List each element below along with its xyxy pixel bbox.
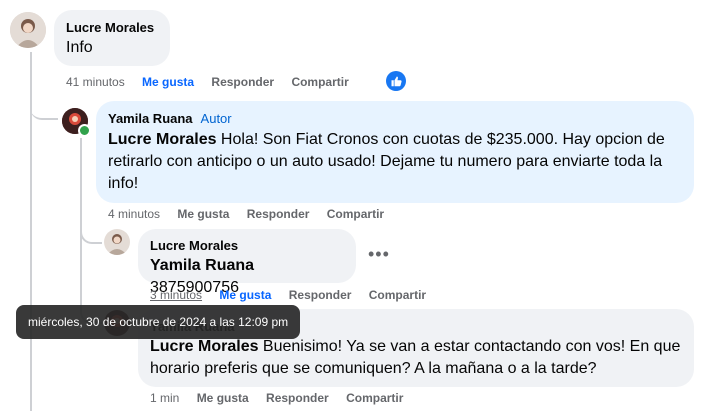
comment-bubble: Lucre Morales Info xyxy=(54,10,170,66)
comment-timestamp[interactable]: 3 minutos xyxy=(150,288,202,302)
online-status-icon xyxy=(78,124,91,137)
like-button[interactable]: Me gusta xyxy=(142,75,194,89)
comment-text: Info xyxy=(66,39,93,56)
reply-button[interactable]: Responder xyxy=(289,288,352,302)
mention-link[interactable]: Yamila Ruana xyxy=(150,257,254,274)
like-button[interactable]: Me gusta xyxy=(177,207,229,221)
like-button[interactable]: Me gusta xyxy=(219,288,271,302)
avatar-photo-icon xyxy=(10,12,46,48)
comment-header: Yamila Ruana Autor xyxy=(108,111,682,126)
comment-author[interactable]: Lucre Morales xyxy=(66,20,158,35)
mention-link[interactable]: Lucre Morales xyxy=(150,338,258,355)
comment-timestamp[interactable]: 4 minutos xyxy=(108,207,160,221)
reaction-badge[interactable] xyxy=(386,71,406,91)
thumbs-up-icon xyxy=(391,76,402,87)
thread-connector-2 xyxy=(80,220,102,244)
comment-actions: 4 minutos Me gusta Responder Compartir xyxy=(108,207,398,221)
thread-connector-1 xyxy=(30,90,58,120)
avatar-photo-icon xyxy=(104,229,130,255)
comment-actions: 1 min Me gusta Responder Compartir xyxy=(150,391,417,405)
comment-timestamp[interactable]: 41 minutos xyxy=(66,75,125,89)
mention-link[interactable]: Lucre Morales xyxy=(108,131,216,148)
comment-timestamp[interactable]: 1 min xyxy=(150,391,179,405)
comment-text: Lucre Morales Hola! Son Fiat Cronos con … xyxy=(108,129,682,195)
timestamp-tooltip: miércoles, 30 de octubre de 2024 a las 1… xyxy=(16,305,301,339)
share-button[interactable]: Compartir xyxy=(369,288,426,302)
comment-author[interactable]: Lucre Morales xyxy=(150,238,344,253)
comment-author[interactable]: Yamila Ruana xyxy=(108,111,193,126)
thread-line-nested-2 xyxy=(80,238,82,308)
reply-button[interactable]: Responder xyxy=(211,75,274,89)
reply-button[interactable]: Responder xyxy=(266,391,329,405)
author-badge: Autor xyxy=(200,111,232,126)
share-button[interactable]: Compartir xyxy=(346,391,403,405)
comment-bubble: Lucre Morales Yamila Ruana 3875900756 xyxy=(138,229,356,296)
comment-bubble-author: Yamila Ruana Autor Lucre Morales Hola! So… xyxy=(96,101,694,203)
comment-actions: 41 minutos Me gusta Responder Compartir xyxy=(66,75,363,89)
like-button[interactable]: Me gusta xyxy=(197,391,249,405)
more-options-icon[interactable]: ••• xyxy=(368,244,390,265)
comment-text: Lucre Morales Buenisimo! Ya se van a est… xyxy=(150,336,682,380)
comment-actions: 3 minutos Me gusta Responder Compartir xyxy=(150,288,440,302)
reply-button[interactable]: Responder xyxy=(247,207,310,221)
share-button[interactable]: Compartir xyxy=(291,75,348,89)
avatar[interactable] xyxy=(10,12,46,48)
avatar[interactable] xyxy=(104,229,130,255)
share-button[interactable]: Compartir xyxy=(327,207,384,221)
